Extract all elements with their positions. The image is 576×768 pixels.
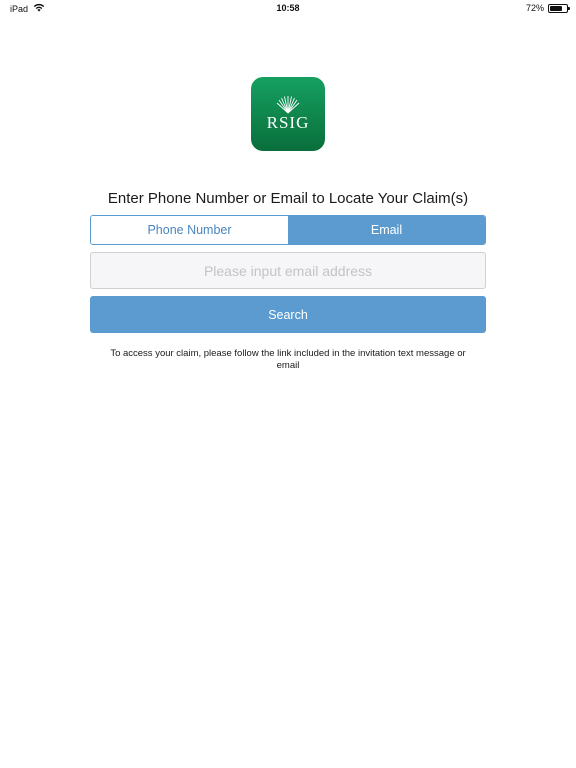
lookup-method-tabs: Phone Number Email: [90, 215, 486, 245]
tab-phone-number[interactable]: Phone Number: [91, 216, 288, 244]
battery-icon: [548, 3, 570, 13]
logo-rays: [276, 96, 300, 114]
lookup-prompt: Enter Phone Number or Email to Locate Yo…: [107, 190, 469, 207]
claim-lookup-screen: iPad 10:58 72% RSIG Enter Phone Number o…: [0, 0, 576, 768]
battery-nub: [568, 6, 570, 10]
battery-fill: [550, 5, 562, 11]
status-bar: iPad 10:58 72%: [0, 0, 576, 16]
status-bar-right: 72%: [525, 3, 570, 13]
battery-percent: 72%: [525, 3, 544, 13]
status-time: 10:58: [276, 3, 300, 13]
help-text: To access your claim, please follow the …: [110, 348, 466, 371]
search-button[interactable]: Search: [90, 296, 486, 333]
app-logo: RSIG: [251, 77, 325, 151]
tab-email[interactable]: Email: [288, 216, 485, 244]
logo-text: RSIG: [267, 113, 310, 132]
email-input[interactable]: [90, 252, 486, 289]
logo-emblem: RSIG: [267, 96, 310, 132]
